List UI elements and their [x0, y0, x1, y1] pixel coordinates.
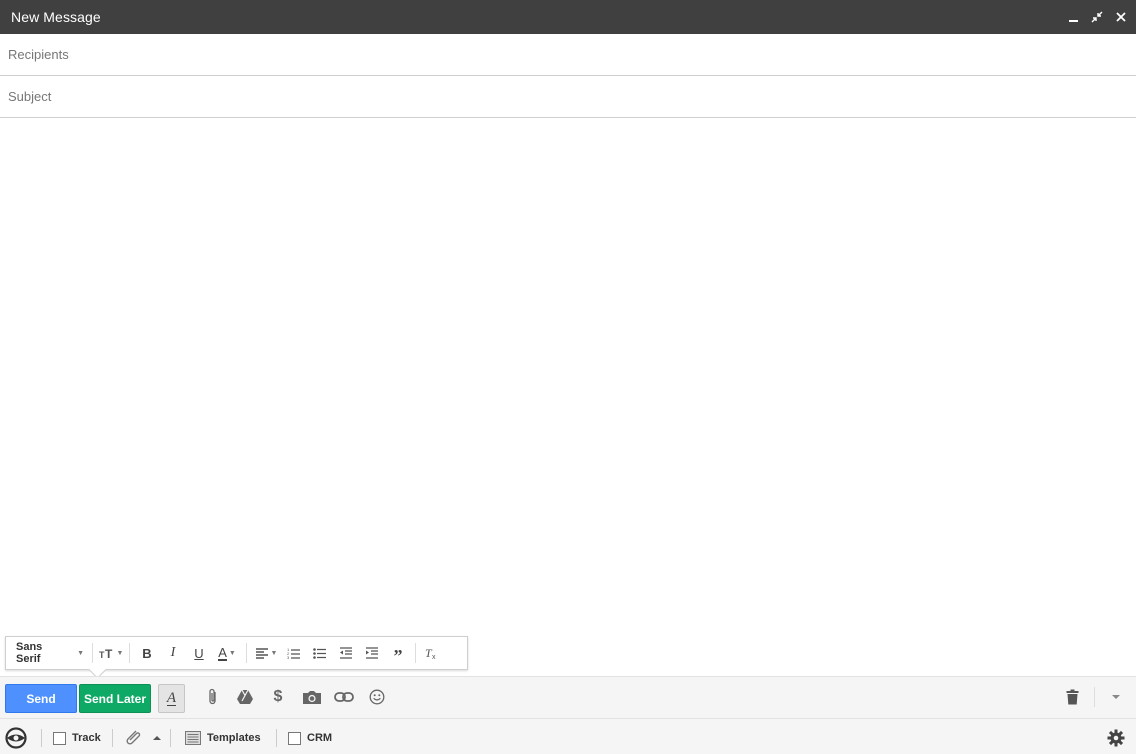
- drive-icon[interactable]: [234, 686, 256, 708]
- divider: [415, 643, 416, 663]
- attachment-reminder-icon[interactable]: [123, 727, 161, 749]
- divider: [92, 643, 93, 663]
- window-title: New Message: [11, 9, 101, 25]
- svg-text:T: T: [105, 647, 113, 659]
- compose-footer: Send Send Later A $ Track Templates CRM: [0, 676, 1136, 754]
- divider: [170, 729, 171, 747]
- indent-more-icon[interactable]: [359, 640, 385, 666]
- pop-out-icon[interactable]: [1090, 10, 1104, 24]
- bold-icon[interactable]: B: [134, 640, 160, 666]
- recipients-input[interactable]: [0, 34, 1136, 75]
- svg-text:x: x: [432, 654, 436, 660]
- divider: [246, 643, 247, 663]
- close-icon[interactable]: [1114, 10, 1128, 24]
- track-label: Track: [72, 732, 101, 744]
- subject-input[interactable]: [0, 76, 1136, 117]
- boomerang-logo-icon[interactable]: [4, 727, 28, 749]
- divider: [129, 643, 130, 663]
- font-family-label: Sans Serif: [16, 641, 43, 665]
- divider: [1094, 687, 1095, 707]
- dollar-icon[interactable]: $: [267, 686, 289, 708]
- send-button[interactable]: Send: [5, 684, 77, 713]
- track-toggle[interactable]: Track: [53, 727, 101, 749]
- divider: [276, 729, 277, 747]
- divider: [112, 729, 113, 747]
- recipients-row: [0, 34, 1136, 76]
- subject-row: [0, 76, 1136, 118]
- message-body[interactable]: [0, 119, 1136, 634]
- title-bar[interactable]: New Message: [0, 0, 1136, 34]
- divider: [41, 729, 42, 747]
- underline-icon[interactable]: U: [186, 640, 212, 666]
- status-bar: Track Templates CRM: [0, 718, 1136, 754]
- quote-icon[interactable]: ”: [385, 640, 411, 666]
- align-icon[interactable]: ▼: [251, 640, 281, 666]
- text-color-icon[interactable]: A ▼: [212, 640, 242, 666]
- templates-icon: [185, 731, 201, 745]
- link-icon[interactable]: [333, 686, 355, 708]
- font-size-icon[interactable]: TT ▼: [97, 640, 125, 666]
- templates-label: Templates: [207, 732, 261, 744]
- svg-text:3: 3: [287, 655, 290, 660]
- formatting-toolbar: Sans Serif ▼ TT ▼ B I U A ▼ ▼ 123 ” T x: [5, 636, 468, 670]
- crm-checkbox[interactable]: [288, 731, 301, 745]
- attach-icon[interactable]: [202, 686, 224, 708]
- track-checkbox[interactable]: [53, 731, 66, 745]
- crm-label: CRM: [307, 732, 333, 744]
- trash-icon[interactable]: [1061, 686, 1083, 708]
- settings-icon[interactable]: [1107, 727, 1125, 749]
- text-format-icon: A: [166, 690, 177, 706]
- remove-formatting-icon[interactable]: Tx: [420, 640, 444, 666]
- chevron-down-icon: ▼: [77, 649, 84, 657]
- compose-window: New Message Sans Serif ▼ TT ▼: [0, 0, 1136, 754]
- formatting-options-button[interactable]: A: [158, 684, 185, 713]
- italic-icon[interactable]: I: [160, 640, 186, 666]
- indent-less-icon[interactable]: [333, 640, 359, 666]
- minimize-icon[interactable]: [1066, 10, 1080, 24]
- templates-button[interactable]: Templates: [185, 727, 261, 749]
- send-later-button[interactable]: Send Later: [79, 684, 151, 713]
- crm-toggle[interactable]: CRM: [288, 727, 332, 749]
- action-bar: Send Send Later A $: [0, 677, 1136, 718]
- numbered-list-icon[interactable]: 123: [281, 640, 307, 666]
- more-options-icon[interactable]: [1105, 686, 1127, 708]
- photo-icon[interactable]: [301, 686, 323, 708]
- font-family-select[interactable]: Sans Serif ▼: [12, 640, 88, 666]
- bulleted-list-icon[interactable]: [307, 640, 333, 666]
- emoji-icon[interactable]: [366, 686, 388, 708]
